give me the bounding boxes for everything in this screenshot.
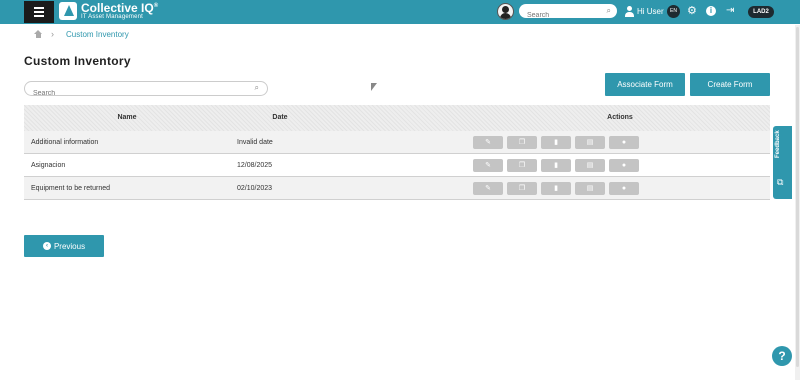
- column-header-date[interactable]: Date: [230, 105, 330, 131]
- delete-icon[interactable]: ▮: [541, 181, 571, 195]
- row-actions: ✎ ❐ ▮ ▤ ●: [473, 158, 639, 172]
- hamburger-menu-button[interactable]: [24, 1, 54, 23]
- edit-icon[interactable]: ✎: [473, 181, 503, 195]
- row-name: Asignacion: [31, 161, 66, 169]
- copy-icon[interactable]: ❐: [507, 135, 537, 149]
- feedback-label: Feedback: [775, 130, 781, 158]
- page-title: Custom Inventory: [24, 54, 131, 68]
- copy-icon[interactable]: ❐: [507, 181, 537, 195]
- info-icon[interactable]: i: [706, 6, 716, 16]
- user-icon[interactable]: ●: [609, 158, 639, 172]
- breadcrumb-custom-inventory[interactable]: Custom Inventory: [66, 30, 129, 39]
- column-header-name[interactable]: Name: [24, 105, 230, 131]
- mouse-cursor-icon: [371, 83, 378, 92]
- previous-button-label: Previous: [53, 241, 86, 251]
- associate-form-button[interactable]: Associate Form: [605, 73, 685, 96]
- column-header-actions: Actions: [607, 114, 633, 121]
- brand-title: Collective IQ: [81, 1, 154, 15]
- table-row[interactable]: Additional information Invalid date ✎ ❐ …: [24, 131, 770, 154]
- logout-icon[interactable]: ⇥: [726, 5, 734, 17]
- row-date: Invalid date: [237, 138, 273, 146]
- edit-icon[interactable]: ✎: [473, 158, 503, 172]
- document-icon[interactable]: ▤: [575, 181, 605, 195]
- row-date: 12/08/2025: [237, 161, 273, 169]
- table-header: Name Date Actions: [24, 105, 770, 131]
- feedback-tab[interactable]: Feedback ⧉: [773, 126, 792, 199]
- gear-icon[interactable]: ⚙: [687, 5, 697, 17]
- delete-icon[interactable]: ▮: [541, 135, 571, 149]
- brand-logo[interactable]: Collective IQ® IT Asset Management: [59, 2, 158, 20]
- create-form-button[interactable]: Create Form: [690, 73, 770, 96]
- user-greeting[interactable]: Hi User: [637, 7, 664, 16]
- row-actions: ✎ ❐ ▮ ▤ ●: [473, 181, 639, 195]
- edit-icon[interactable]: ✎: [473, 135, 503, 149]
- search-icon[interactable]: ⌕: [255, 83, 259, 93]
- home-icon[interactable]: [34, 30, 43, 38]
- copy-icon[interactable]: ❐: [507, 158, 537, 172]
- help-button[interactable]: ?: [772, 346, 792, 366]
- top-navbar: Collective IQ® IT Asset Management ⌕ Hi …: [0, 0, 800, 24]
- global-search-input[interactable]: [519, 8, 599, 23]
- row-name: Equipment to be returned: [31, 184, 110, 192]
- delete-icon[interactable]: ▮: [541, 158, 571, 172]
- previous-button[interactable]: ‹ Previous: [24, 235, 104, 257]
- scrollbar[interactable]: [795, 25, 800, 380]
- global-search: ⌕: [519, 4, 617, 23]
- scrollbar-thumb[interactable]: [796, 27, 799, 367]
- table-search-input[interactable]: [25, 87, 245, 100]
- table-row[interactable]: Asignacion 12/08/2025 ✎ ❐ ▮ ▤ ●: [24, 154, 770, 177]
- row-name: Additional information: [31, 138, 99, 146]
- document-icon[interactable]: ▤: [575, 135, 605, 149]
- table-search: ⌕: [24, 81, 268, 100]
- custom-inventory-table: Name Date Actions Additional information…: [24, 105, 770, 200]
- feedback-icon: ⧉: [777, 177, 784, 187]
- arrow-left-circle-icon: ‹: [42, 242, 51, 250]
- tenant-badge[interactable]: LAD2: [748, 6, 774, 18]
- row-date: 02/10/2023: [237, 184, 273, 192]
- search-icon[interactable]: ⌕: [607, 6, 611, 16]
- user-icon: [625, 6, 635, 17]
- breadcrumb-separator: ›: [51, 29, 54, 39]
- avatar[interactable]: [497, 3, 514, 20]
- row-actions: ✎ ❐ ▮ ▤ ●: [473, 135, 639, 149]
- user-icon[interactable]: ●: [609, 135, 639, 149]
- brand-registered-mark: ®: [153, 3, 159, 9]
- table-row[interactable]: Equipment to be returned 02/10/2023 ✎ ❐ …: [24, 177, 770, 200]
- user-icon[interactable]: ●: [609, 181, 639, 195]
- logo-icon: [59, 2, 77, 20]
- language-selector[interactable]: EN: [667, 5, 680, 18]
- document-icon[interactable]: ▤: [575, 158, 605, 172]
